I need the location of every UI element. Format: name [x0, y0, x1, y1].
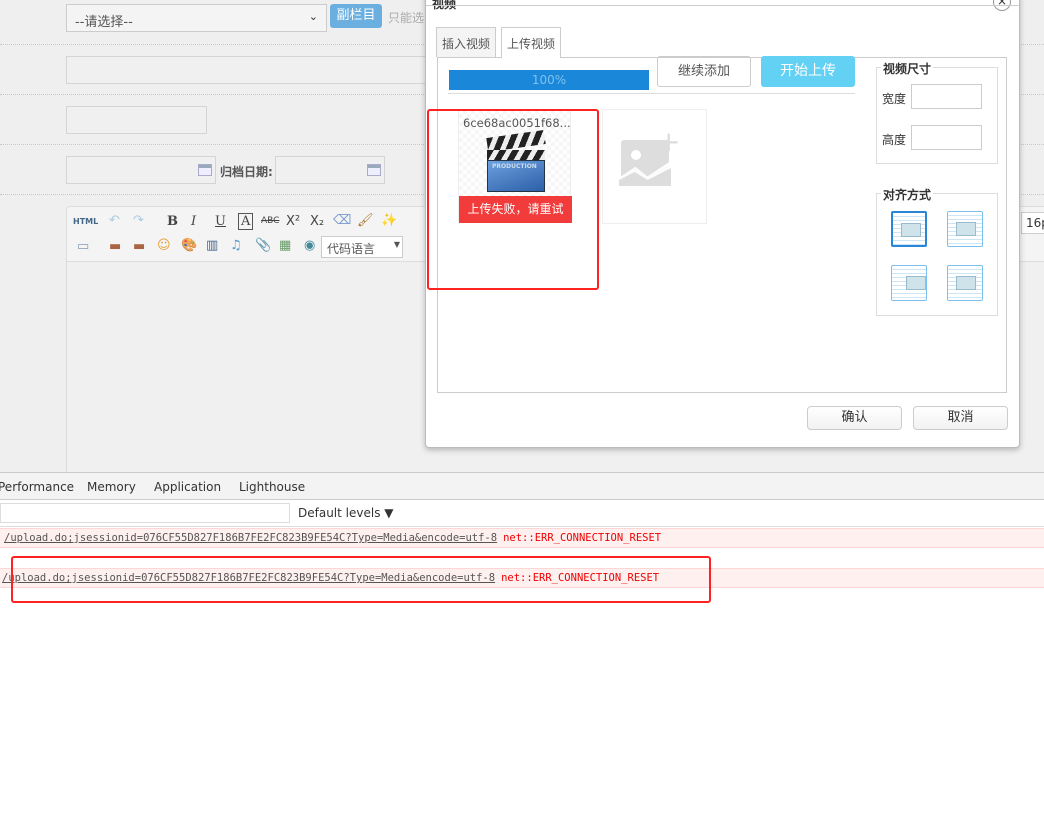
html-source-icon[interactable]: HTML	[73, 217, 98, 226]
tab-memory[interactable]: Memory	[87, 480, 136, 494]
underline-icon[interactable]: U	[215, 214, 226, 229]
archive-date-label: 归档日期:	[220, 165, 273, 179]
horizontal-line-icon[interactable]: ▭	[77, 239, 89, 254]
error-message: net::ERR_CONNECTION_RESET	[503, 532, 662, 544]
video-icon[interactable]: ▥	[206, 238, 218, 253]
tab-application[interactable]: Application	[154, 480, 221, 494]
size-legend: 视频尺寸	[881, 60, 934, 77]
category-select[interactable]: --请选择-- ⌄	[66, 4, 327, 32]
title-input[interactable]	[66, 56, 436, 84]
hint-text: 只能选	[388, 11, 425, 25]
plus-icon: +	[657, 125, 681, 158]
eraser-icon[interactable]: ⌫	[333, 213, 351, 228]
redo-icon[interactable]: ↷	[133, 213, 144, 228]
music-icon[interactable]: ♫	[230, 238, 242, 253]
start-upload-button[interactable]: 开始上传	[761, 56, 855, 87]
dialog-title: 视频	[432, 0, 457, 11]
align-none-icon[interactable]	[891, 211, 927, 247]
short-input[interactable]	[66, 106, 207, 134]
tab-upload-video[interactable]: 上传视频	[501, 27, 561, 58]
chevron-down-icon: ⌄	[308, 10, 318, 23]
web-icon[interactable]: ◉	[304, 238, 315, 253]
annotation-box	[11, 556, 711, 603]
strikethrough-icon[interactable]: ABC	[261, 216, 279, 226]
divider	[448, 93, 855, 94]
request-url-link[interactable]: /upload.do;jsessionid=076CF55D827F186B7F…	[4, 532, 497, 544]
superscript-icon[interactable]: X²	[286, 214, 300, 229]
console-error-row: /upload.do;jsessionid=076CF55D827F186B7F…	[0, 528, 1044, 548]
width-label: 宽度	[882, 92, 907, 106]
italic-icon[interactable]: I	[191, 214, 196, 229]
magic-wand-icon[interactable]: ✨	[381, 213, 397, 228]
video-size-group: 视频尺寸 宽度 高度	[876, 60, 998, 164]
height-label: 高度	[882, 133, 907, 147]
multi-image-icon[interactable]: ▬	[133, 239, 145, 254]
log-levels-dropdown[interactable]: Default levels ▼	[298, 506, 394, 520]
font-size-select[interactable]: 16p	[1021, 212, 1044, 234]
align-center-icon[interactable]	[947, 265, 983, 301]
cancel-button[interactable]: 取消	[913, 406, 1008, 430]
scrawl-icon[interactable]: 🎨	[181, 238, 197, 253]
calendar-icon[interactable]	[367, 164, 381, 176]
attachment-icon[interactable]: 📎	[255, 238, 271, 253]
add-file-button[interactable]: +	[602, 109, 707, 224]
tab-lighthouse[interactable]: Lighthouse	[239, 480, 305, 494]
upload-progress-bar: 100%	[449, 70, 649, 90]
dropdown-arrow-icon: ▼	[393, 240, 400, 249]
align-left-icon[interactable]	[947, 211, 983, 247]
font-border-icon[interactable]: A	[238, 213, 254, 230]
format-brush-icon[interactable]: 🖌	[357, 213, 374, 228]
select-value: 代码语言	[327, 242, 376, 256]
bold-icon[interactable]: B	[167, 214, 178, 229]
subscript-icon[interactable]: X₂	[310, 214, 324, 229]
calendar-icon[interactable]	[198, 164, 212, 176]
code-language-select[interactable]: 代码语言 ▼	[321, 236, 403, 258]
confirm-button[interactable]: 确认	[807, 406, 902, 430]
title-divider	[426, 5, 1019, 6]
width-input[interactable]	[911, 84, 982, 109]
align-right-icon[interactable]	[891, 265, 927, 301]
alignment-group: 对齐方式	[876, 186, 998, 316]
tab-performance[interactable]: Performance	[0, 480, 74, 494]
continue-add-button[interactable]: 继续添加	[657, 56, 751, 87]
console-filter-input[interactable]	[0, 503, 290, 523]
image-icon[interactable]: ▬	[109, 239, 121, 254]
undo-icon[interactable]: ↶	[109, 213, 120, 228]
divider	[0, 526, 1044, 527]
annotation-box	[427, 109, 599, 290]
archive-date-input[interactable]	[275, 156, 385, 184]
tab-insert-video[interactable]: 插入视频	[436, 27, 496, 57]
height-input[interactable]	[911, 125, 982, 150]
align-legend: 对齐方式	[881, 186, 934, 203]
devtools-tabbar: Performance Memory Application Lighthous…	[0, 472, 1044, 500]
select-value: --请选择--	[75, 15, 133, 30]
emoticon-icon[interactable]: ☺	[157, 238, 171, 253]
date-input[interactable]	[66, 156, 216, 184]
map-icon[interactable]: ▦	[279, 238, 291, 253]
sub-column-button[interactable]: 副栏目	[330, 4, 382, 28]
